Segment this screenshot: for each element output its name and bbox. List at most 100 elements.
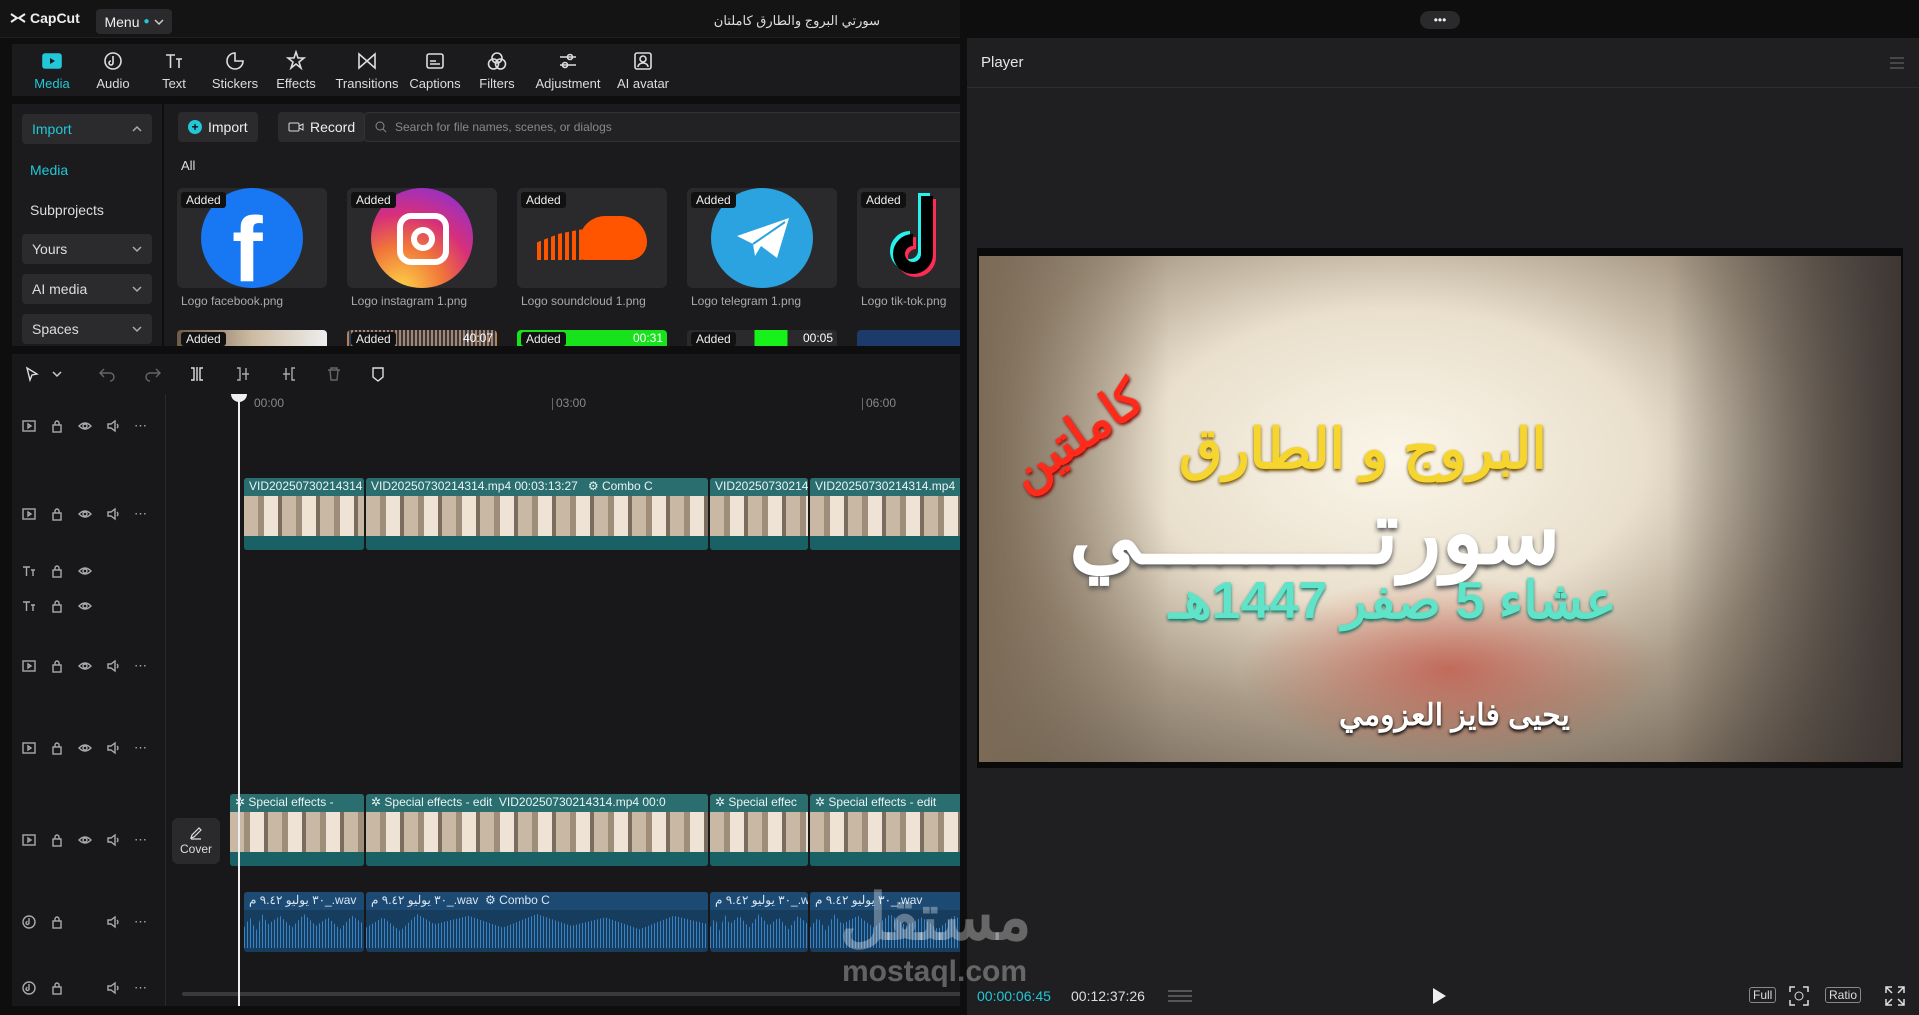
delete-icon[interactable] [326, 366, 342, 382]
zoom-fit-icon[interactable] [1789, 986, 1809, 1006]
player-top-bar: ••• [960, 0, 1919, 38]
redo-icon[interactable] [144, 366, 162, 382]
lock-icon[interactable] [50, 741, 64, 755]
media-item-green[interactable]: Added 00:31 [517, 330, 667, 346]
tab-captions[interactable]: Captions [404, 44, 466, 96]
hamburger-icon[interactable] [1889, 56, 1905, 70]
timeline-clip[interactable]: VID20250730214314 [244, 478, 364, 550]
marker-icon[interactable] [370, 366, 386, 382]
media-item-video[interactable]: Added [177, 330, 327, 346]
ratio-button[interactable]: Ratio [1825, 987, 1862, 1003]
capcut-window: CapCut Menu ● سورتي البروج والطارق كاملت… [0, 0, 1919, 1015]
tab-effects[interactable]: Effects [265, 44, 327, 96]
sidebar-item-import[interactable]: Import [22, 114, 152, 144]
speaker-icon[interactable] [106, 981, 120, 995]
sidebar-item-media[interactable]: Media [30, 162, 68, 178]
tab-filters[interactable]: Filters [466, 44, 528, 96]
timeline-effect-clip[interactable]: ✲ Special effects - [230, 794, 364, 866]
full-quality-button[interactable]: Full [1749, 987, 1777, 1003]
media-item-blue[interactable] [857, 330, 960, 346]
lock-icon[interactable] [50, 833, 64, 847]
tab-adjustment[interactable]: Adjustment [528, 44, 608, 96]
more-icon[interactable]: ⋯ [134, 418, 147, 434]
lock-icon[interactable] [50, 419, 64, 433]
sidebar-item-ai-media[interactable]: AI media [22, 274, 152, 304]
lock-icon[interactable] [50, 564, 64, 578]
lock-icon[interactable] [50, 915, 64, 929]
player-viewport[interactable]: البروج و الطارق كاملتين سورتـــــــــي ع… [977, 248, 1903, 768]
more-icon[interactable]: ⋯ [134, 914, 147, 930]
speaker-icon[interactable] [106, 915, 120, 929]
more-icon[interactable]: ⋯ [134, 506, 147, 522]
audio-clip[interactable]: ٣٠ يوليو ٩.٤٢ م_.wav [244, 892, 364, 952]
audio-clip[interactable]: ٣٠ يوليو ٩.٤٢ م_.wav ⚙ Combo C [366, 892, 708, 952]
split-left-icon[interactable] [234, 366, 252, 382]
chevron-down-icon[interactable] [52, 370, 62, 378]
audio-clip[interactable]: ٣٠ يوليو ٩.٤٢ م_.wav [710, 892, 808, 952]
media-item-instagram[interactable]: Added [347, 188, 497, 288]
speaker-icon[interactable] [106, 833, 120, 847]
more-icon[interactable]: ⋯ [134, 980, 147, 996]
audio-track-row: ⋯ [12, 914, 166, 930]
media-item-tiktok[interactable]: Added [857, 188, 960, 288]
import-button[interactable]: + Import [178, 112, 258, 142]
lock-icon[interactable] [50, 599, 64, 613]
eye-icon[interactable] [78, 419, 92, 433]
media-item-audio[interactable]: Added 40:07 [347, 330, 497, 346]
play-icon[interactable] [1430, 986, 1448, 1006]
more-options-button[interactable]: ••• [1420, 11, 1460, 29]
split-icon[interactable] [188, 366, 206, 382]
eye-icon[interactable] [78, 833, 92, 847]
speaker-icon[interactable] [106, 659, 120, 673]
eye-icon[interactable] [78, 564, 92, 578]
player-header: Player [967, 38, 1919, 88]
more-icon[interactable]: ⋯ [134, 658, 147, 674]
timeline-clip[interactable]: VID20250730214 [710, 478, 808, 550]
eye-icon[interactable] [78, 659, 92, 673]
speaker-icon[interactable] [106, 419, 120, 433]
more-icon[interactable]: ⋯ [134, 832, 147, 848]
audio-track-icon [22, 981, 36, 995]
captions-icon [426, 52, 444, 69]
eye-icon[interactable] [78, 507, 92, 521]
effects-icon: ✲ [815, 795, 826, 809]
tab-media[interactable]: Media [21, 44, 83, 96]
sidebar-item-spaces[interactable]: Spaces [22, 314, 152, 344]
timeline-clip[interactable]: VID20250730214314.mp4 [810, 478, 960, 550]
timeline-clip[interactable]: VID20250730214314.mp4 00:03:13:27 ⚙ Comb… [366, 478, 708, 550]
sidebar-item-subprojects[interactable]: Subprojects [30, 202, 104, 218]
media-item-green2[interactable]: Added 00:05 [687, 330, 837, 346]
cover-button[interactable]: Cover [172, 818, 220, 864]
timeline-effect-clip[interactable]: ✲ Special effec [710, 794, 808, 866]
split-right-icon[interactable] [280, 366, 298, 382]
undo-icon[interactable] [98, 366, 116, 382]
menu-button[interactable]: Menu ● [96, 9, 172, 34]
sidebar-item-yours[interactable]: Yours [22, 234, 152, 264]
media-item-telegram[interactable]: Added [687, 188, 837, 288]
timeline-scrollbar[interactable] [182, 992, 960, 996]
lock-icon[interactable] [50, 507, 64, 521]
media-item-facebook[interactable]: f Added [177, 188, 327, 288]
lock-icon[interactable] [50, 981, 64, 995]
lock-icon[interactable] [50, 659, 64, 673]
tab-ai-avatar[interactable]: AI avatar [604, 44, 682, 96]
speaker-icon[interactable] [106, 741, 120, 755]
select-cursor-icon[interactable] [24, 366, 40, 382]
tab-transitions[interactable]: Transitions [332, 44, 402, 96]
speaker-icon[interactable] [106, 507, 120, 521]
tab-stickers[interactable]: Stickers [204, 44, 266, 96]
tab-text[interactable]: Text [143, 44, 205, 96]
timeline-effect-clip[interactable]: ✲ Special effects - edit [810, 794, 960, 866]
eye-icon[interactable] [78, 599, 92, 613]
fullscreen-icon[interactable] [1885, 986, 1905, 1006]
media-item-soundcloud[interactable]: Added [517, 188, 667, 288]
timeline-layers-icon[interactable] [1167, 988, 1193, 1004]
eye-icon[interactable] [78, 741, 92, 755]
more-icon[interactable]: ⋯ [134, 740, 147, 756]
media-search-input[interactable]: Search for file names, scenes, or dialog… [364, 112, 960, 142]
playhead[interactable] [238, 394, 240, 1006]
timeline-effect-clip[interactable]: ✲ Special effects - edit VID202507302143… [366, 794, 708, 866]
filter-all[interactable]: All [181, 158, 195, 173]
tab-audio[interactable]: Audio [82, 44, 144, 96]
record-button[interactable]: Record [278, 112, 366, 142]
